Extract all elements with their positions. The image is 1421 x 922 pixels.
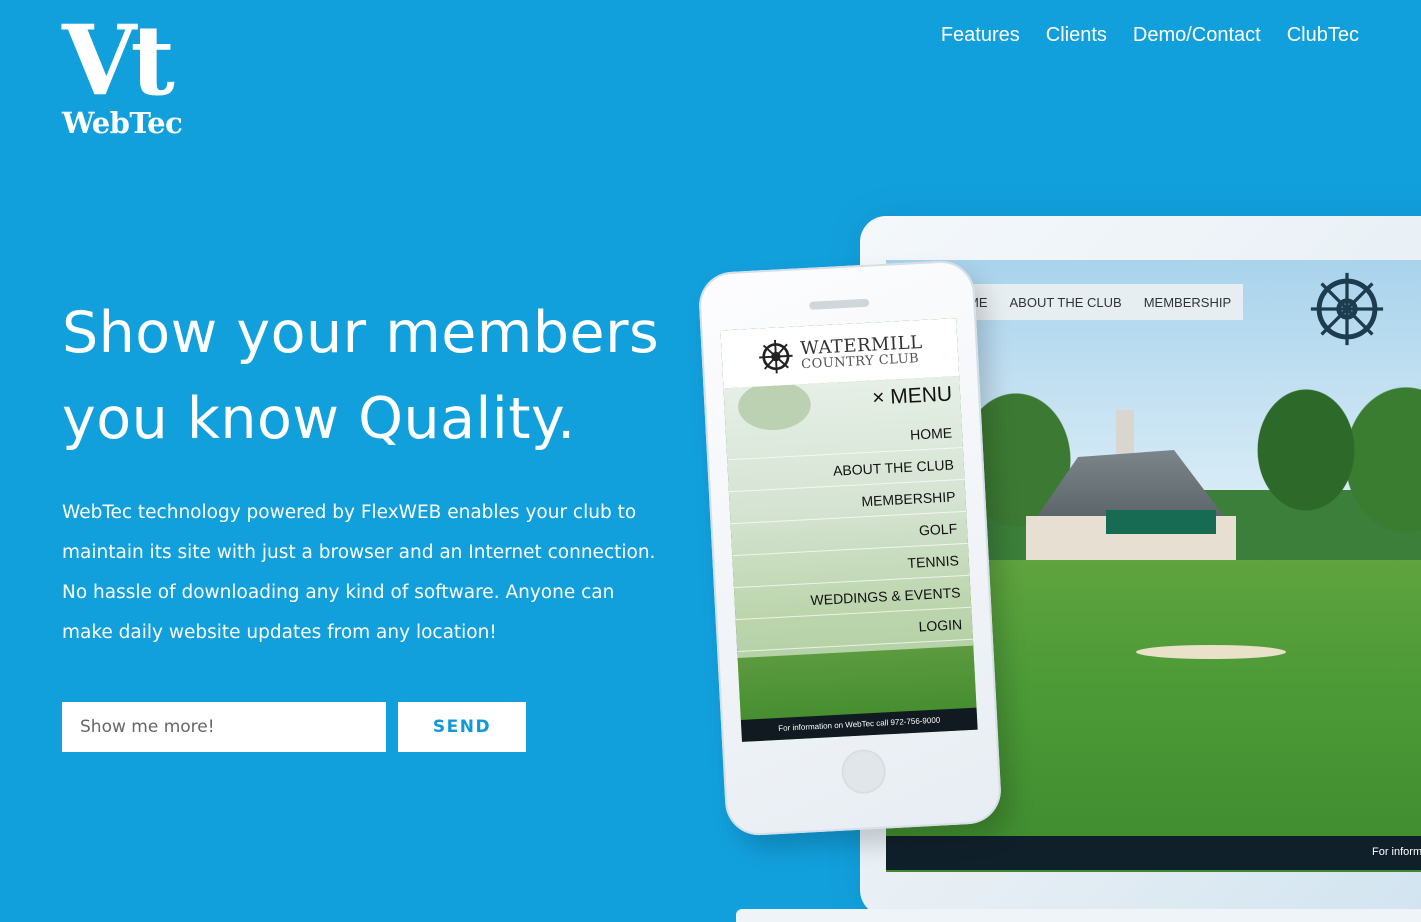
nav-link-clubtec[interactable]: ClubTec	[1287, 24, 1359, 47]
phone-speaker	[809, 298, 870, 310]
laptop-site-menu: ME ABOUT THE CLUB MEMBERSHIP	[956, 284, 1244, 320]
laptop-footer-bar: For inform	[886, 836, 1421, 870]
ship-wheel-icon	[758, 339, 793, 374]
signup-form: SEND	[62, 702, 526, 752]
headline-line-2: you know Quality.	[62, 386, 576, 452]
laptop-base	[736, 909, 1421, 922]
nav-link-features[interactable]: Features	[941, 24, 1020, 47]
page: Vt WebTec Features Clients Demo/Contact …	[0, 0, 1421, 922]
main-nav: Features Clients Demo/Contact ClubTec	[941, 24, 1359, 47]
phone-menu-list: HOME ABOUT THE CLUB MEMBERSHIP GOLF TENN…	[725, 415, 973, 653]
webtec-logo[interactable]: Vt WebTec	[62, 4, 190, 140]
nav-link-clients[interactable]: Clients	[1046, 24, 1107, 47]
watermill-logo-text: WATERMILL COUNTRY CLUB	[800, 331, 924, 371]
logo-mark-text: Vt	[62, 4, 175, 117]
headline-line-1: Show your members	[62, 300, 660, 366]
laptop-footer-text: For inform	[1372, 846, 1421, 858]
laptop-menu-item: ABOUT THE CLUB	[1009, 294, 1122, 310]
show-me-more-input[interactable]	[62, 702, 386, 752]
hero-intro: WebTec technology powered by FlexWEB ena…	[62, 502, 656, 643]
send-button[interactable]: SEND	[398, 702, 526, 752]
nav-link-demo-contact[interactable]: Demo/Contact	[1133, 24, 1261, 47]
phone-home-button	[840, 748, 887, 795]
laptop-menu-item: MEMBERSHIP	[1143, 294, 1232, 310]
hero-headline: Show your members you know Quality.	[62, 290, 702, 462]
logo-text: WebTec	[62, 106, 183, 140]
logo-mark: Vt	[62, 4, 190, 117]
clubhouse-image	[1006, 410, 1246, 560]
phone-site-menu: × MENU HOME ABOUT THE CLUB MEMBERSHIP GO…	[723, 376, 974, 659]
phone-mockup: WATERMILL COUNTRY CLUB × MENU HOME ABOUT…	[697, 259, 1003, 837]
phone-screen: WATERMILL COUNTRY CLUB × MENU HOME ABOUT…	[720, 318, 978, 742]
phone-menu-title: × MENU	[871, 382, 953, 410]
ship-wheel-icon	[1310, 272, 1384, 346]
